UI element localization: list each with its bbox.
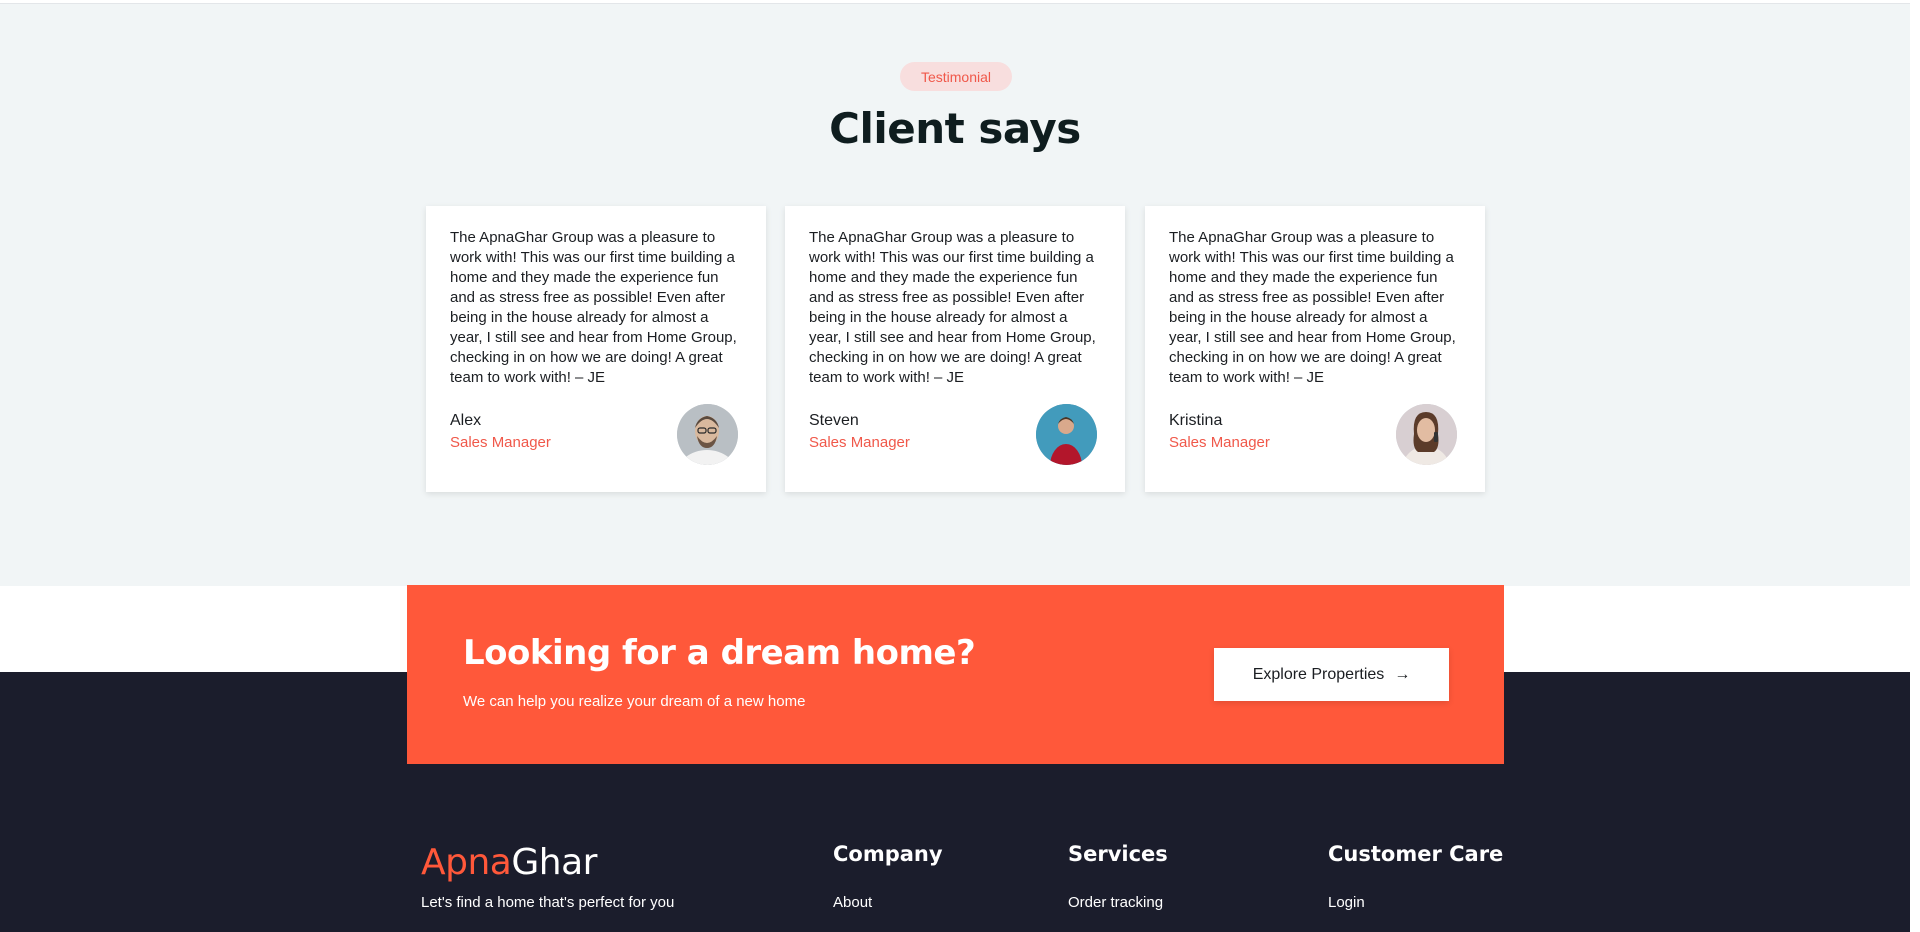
avatar — [1036, 404, 1097, 465]
testimonial-text: The ApnaGhar Group was a pleasure to wor… — [1169, 229, 1456, 386]
scrollbar[interactable] — [1910, 0, 1920, 932]
explore-properties-label: Explore Properties — [1252, 665, 1385, 683]
avatar — [677, 404, 738, 465]
explore-properties-button[interactable]: Explore Properties → — [1214, 648, 1449, 701]
client-name: Kristina — [1169, 412, 1223, 429]
footer-heading-services: Services — [1068, 842, 1168, 866]
testimonial-badge: Testimonial — [900, 62, 1012, 91]
cta-subtitle: We can help you realize your dream of a … — [463, 693, 806, 710]
footer-tagline: Let's find a home that's perfect for you — [421, 894, 675, 911]
testimonial-card: The ApnaGhar Group was a pleasure to wor… — [426, 206, 766, 492]
cta-banner: Looking for a dream home? We can help yo… — [407, 585, 1504, 764]
footer-link-about[interactable]: About — [833, 894, 872, 911]
footer-heading-company: Company — [833, 842, 943, 866]
brand-rest: Ghar — [511, 842, 597, 883]
footer-link-login[interactable]: Login — [1328, 894, 1365, 911]
testimonial-section: Testimonial Client says The ApnaGhar Gro… — [0, 4, 1920, 586]
testimonial-card: The ApnaGhar Group was a pleasure to wor… — [785, 206, 1125, 492]
cta-title: Looking for a dream home? — [463, 633, 976, 673]
footer-brand-logo[interactable]: ApnaGhar — [421, 842, 597, 883]
footer-heading-customer-care: Customer Care — [1328, 842, 1504, 866]
avatar — [1396, 404, 1457, 465]
client-role: Sales Manager — [450, 434, 551, 451]
client-name: Steven — [809, 412, 859, 429]
footer-link-order-tracking[interactable]: Order tracking — [1068, 894, 1163, 911]
page: Testimonial Client says The ApnaGhar Gro… — [0, 0, 1920, 932]
section-title: Client says — [829, 104, 1081, 153]
testimonial-text: The ApnaGhar Group was a pleasure to wor… — [809, 229, 1096, 386]
arrow-right-icon: → — [1394, 665, 1411, 683]
client-name: Alex — [450, 412, 482, 429]
testimonial-card: The ApnaGhar Group was a pleasure to wor… — [1145, 206, 1485, 492]
brand-accent: Apna — [421, 842, 512, 883]
testimonial-text: The ApnaGhar Group was a pleasure to wor… — [450, 229, 737, 386]
client-role: Sales Manager — [1169, 434, 1270, 451]
client-role: Sales Manager — [809, 434, 910, 451]
